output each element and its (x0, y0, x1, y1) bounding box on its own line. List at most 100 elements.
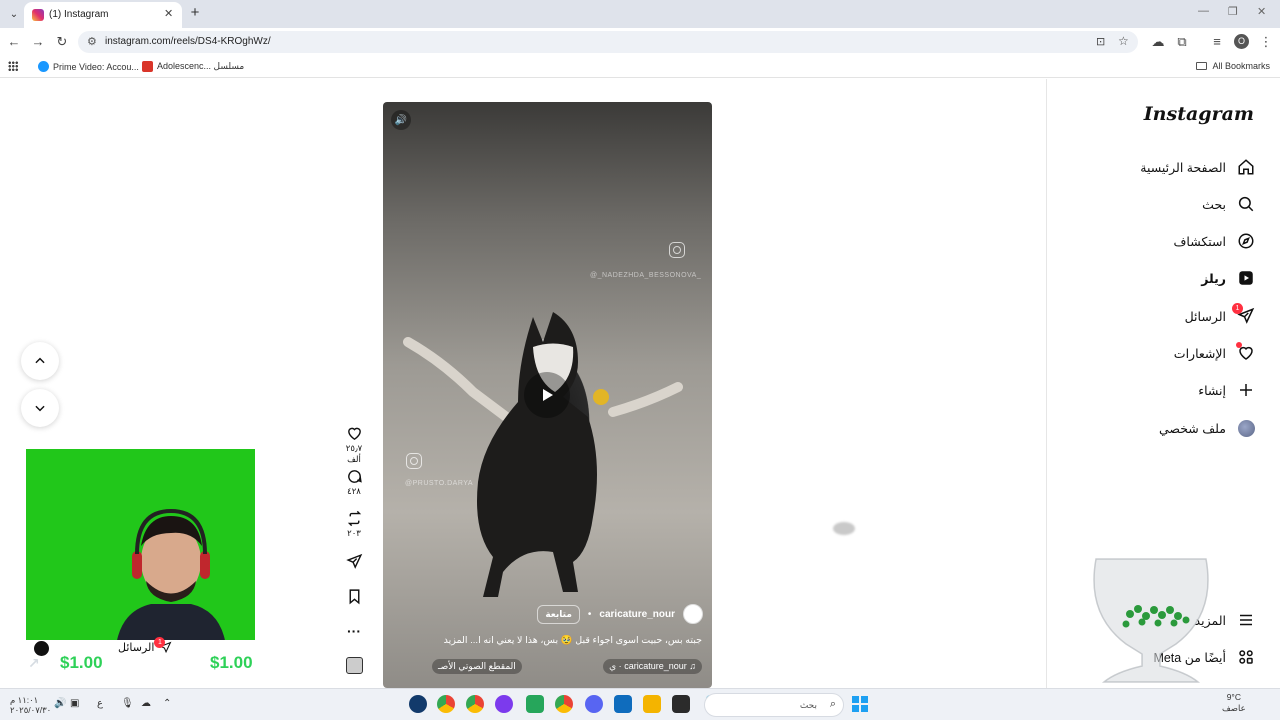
reel-video[interactable]: 🔊 @_NADEZHDA_BESSONOVA_ @PRUSTO.DARYA مت… (383, 102, 712, 688)
nav-label: ريلز (1201, 271, 1226, 286)
nav-explore[interactable]: استكشاف (1173, 227, 1256, 255)
bookmark-adolescence[interactable]: Adolescenc... مسلسل (142, 61, 244, 72)
profile-icon (1236, 418, 1256, 438)
search-placeholder: بحث (799, 700, 817, 710)
install-app-icon[interactable]: ⊡ (1096, 35, 1105, 48)
date-text: ٢٠٢٥/٠٧/٣٠ (10, 705, 52, 715)
language-indicator[interactable]: ع (97, 698, 103, 709)
reels-icon (1236, 268, 1256, 288)
url-text[interactable]: instagram.com/reels/DS4-KROghWz/ (105, 36, 271, 47)
nav-search[interactable]: بحث (1202, 190, 1256, 218)
more-menu-icon[interactable]: ⋮ (1258, 34, 1274, 50)
reel-caption[interactable]: جبته بس، حبيت اسوى اجواء قبل 🥹 بس، هذا ل… (402, 635, 702, 646)
bookmark-prime-video[interactable]: Prime Video: Accou... (38, 61, 139, 72)
reload-icon[interactable]: ↻ (54, 34, 70, 50)
restore-icon[interactable]: ❐ (1228, 5, 1238, 18)
chevron-up-icon[interactable]: ⌃ (163, 698, 171, 709)
browser-toolbar: ← → ↻ ⚙ instagram.com/reels/DS4-KROghWz/… (0, 28, 1280, 56)
author-avatar[interactable] (683, 604, 703, 624)
chrome-icon-3[interactable] (555, 695, 573, 713)
dog-figure (403, 312, 683, 597)
bookmark-icon (349, 589, 359, 605)
original-audio[interactable]: المقطع الصوتي الأصـ (432, 659, 522, 674)
display-icon[interactable]: ▣ (70, 698, 79, 709)
app-icon-green[interactable] (526, 695, 544, 713)
messenger-icon: 1 (1232, 303, 1256, 326)
donation-amount-1: $1.00 (60, 653, 103, 672)
nav-reels[interactable]: ريلز (1201, 264, 1256, 292)
media-controls-icon[interactable]: ≡ (1209, 34, 1225, 49)
nav-notifications[interactable]: الإشعارات (1174, 339, 1256, 367)
site-info-icon[interactable]: ⚙ (87, 35, 97, 48)
nav-label: الإشعارات (1173, 346, 1226, 361)
store-icon[interactable] (614, 695, 632, 713)
volume-icon[interactable]: 🔊 (54, 698, 66, 709)
tab-search-button[interactable]: ⌄ (4, 4, 24, 24)
likes-count: ٢٥٫٧ ألف (345, 443, 363, 464)
heart-icon (347, 427, 361, 441)
all-bookmarks-button[interactable]: All Bookmarks (1196, 61, 1270, 71)
chrome-icon-2[interactable] (466, 695, 484, 713)
terminal-icon[interactable] (672, 695, 690, 713)
reel-author-row: متابعة • caricature_nour (527, 604, 703, 624)
extensions-puzzle-icon[interactable]: ⧉ (1174, 34, 1190, 50)
repost-button[interactable]: ٢٠٣ (338, 510, 370, 539)
tab-instagram[interactable]: (1) Instagram ✕ (24, 2, 182, 28)
more-options-icon[interactable]: ··· (338, 623, 370, 639)
stream-overlay-bar: 1 الرسائل ↗ $1.00 $1.00 (22, 637, 262, 677)
messenger-icon: 1 (154, 637, 172, 654)
minimize-icon[interactable]: — (1198, 5, 1209, 17)
weather-desc: عاصف (1222, 703, 1246, 713)
instagram-logo[interactable]: Instagram (1144, 103, 1254, 125)
start-button[interactable] (852, 696, 868, 712)
reel-audio-row[interactable]: ♫ caricature_nour · ي المقطع الصوتي الأص… (432, 659, 702, 674)
previous-reel-button[interactable] (21, 342, 59, 380)
donation-amount-2: $1.00 (210, 653, 253, 672)
comment-icon (347, 470, 362, 483)
bookmark-star-icon[interactable]: ☆ (1118, 34, 1129, 48)
nav-label: الرسائل (1184, 309, 1226, 324)
discord-icon[interactable] (585, 695, 603, 713)
prime-video-icon (38, 61, 49, 72)
messages-badge: 1 (1232, 303, 1243, 314)
forward-icon[interactable]: → (30, 34, 46, 49)
follow-button[interactable]: متابعة (537, 604, 580, 624)
audio-owner[interactable]: ♫ caricature_nour · ي (603, 659, 702, 674)
dollar-ghost: ↗ (28, 655, 40, 671)
compass-icon (1236, 231, 1256, 251)
app-icon-purple[interactable] (495, 695, 513, 713)
microphone-icon[interactable]: 🎙 (121, 698, 134, 709)
audio-thumbnail[interactable] (346, 657, 363, 674)
taskbar-search[interactable]: بحث ⌕ (704, 693, 844, 717)
onedrive-icon[interactable]: ☁ (141, 698, 151, 709)
file-explorer-icon[interactable] (643, 695, 661, 713)
like-button[interactable]: ٢٥٫٧ ألف (338, 425, 370, 465)
bookmark-label: Prime Video: Accou... (53, 61, 139, 72)
extensions-cloud-icon[interactable]: ☁ (1150, 34, 1166, 50)
chevron-up-icon (35, 357, 45, 364)
chrome-icon[interactable] (437, 695, 455, 713)
nav-create[interactable]: إنشاء (1198, 376, 1256, 404)
nav-profile[interactable]: ملف شخصي (1159, 414, 1256, 442)
author-username[interactable]: caricature_nour (599, 609, 675, 620)
nav-home[interactable]: الصفحة الرئيسية (1140, 153, 1256, 181)
weather-widget[interactable]: 9°C عاصف (1222, 692, 1246, 714)
new-tab-button[interactable]: + (186, 4, 204, 21)
save-button[interactable] (338, 588, 370, 606)
address-bar[interactable]: ⚙ instagram.com/reels/DS4-KROghWz/ ⊡ ☆ (78, 31, 1138, 53)
share-button[interactable] (338, 553, 370, 571)
clock[interactable]: ١١:٠١ م ٢٠٢٥/٠٧/٣٠ (10, 695, 51, 715)
close-window-icon[interactable]: ✕ (1257, 5, 1266, 18)
comment-button[interactable]: ٤٢٨ (338, 468, 370, 497)
close-tab-icon[interactable]: ✕ (164, 7, 173, 20)
profile-avatar[interactable]: O (1234, 34, 1249, 49)
steam-icon[interactable] (409, 695, 427, 713)
weather-temp: 9°C (1226, 692, 1241, 702)
volume-icon[interactable]: 🔊 (391, 110, 411, 130)
nav-messages[interactable]: 1 الرسائل (1185, 302, 1256, 330)
next-reel-button[interactable] (21, 389, 59, 427)
back-icon[interactable]: ← (6, 34, 22, 49)
watermark-text: @_NADEZHDA_BESSONOVA_ (590, 272, 702, 279)
apps-grid-icon[interactable] (8, 61, 18, 71)
play-button[interactable] (524, 372, 570, 418)
